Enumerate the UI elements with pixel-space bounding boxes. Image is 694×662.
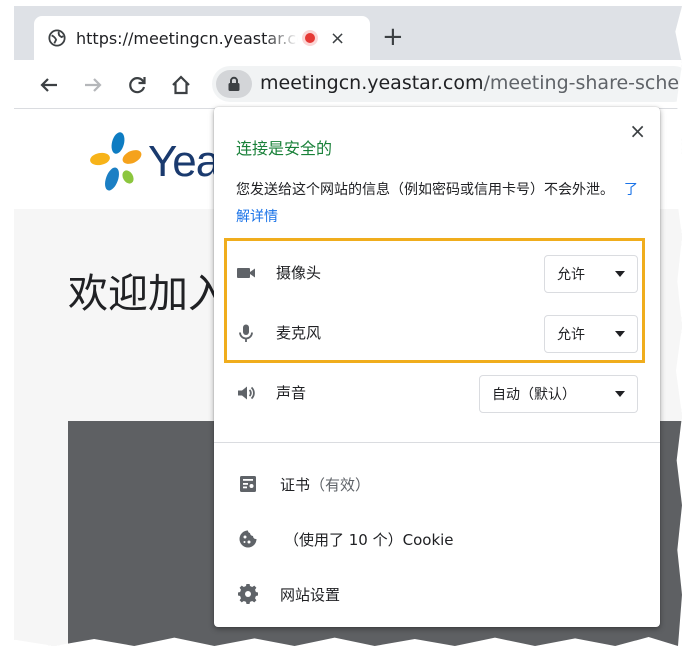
speaker-icon <box>238 386 255 400</box>
tab-title: https://meetingcn.yeastar.com/meeting-sh… <box>76 28 298 48</box>
back-arrow-icon[interactable] <box>38 74 60 96</box>
url-host: meetingcn.yeastar.com <box>260 72 484 94</box>
url-text[interactable]: meetingcn.yeastar.com/meeting-share-sche… <box>260 72 682 94</box>
lock-icon <box>228 76 240 91</box>
cookies-row[interactable]: （使用了 10 个）Cookie <box>214 516 660 562</box>
browser-tab[interactable]: https://meetingcn.yeastar.com/meeting-sh… <box>34 16 370 60</box>
tab-strip: https://meetingcn.yeastar.com/meeting-sh… <box>14 6 682 60</box>
chevron-down-icon <box>615 391 625 397</box>
forward-arrow-icon[interactable] <box>82 74 104 96</box>
globe-icon <box>48 29 66 47</box>
address-bar[interactable]: meetingcn.yeastar.com/meeting-share-sche… <box>212 66 682 102</box>
certificate-label: 证书（有效） <box>280 474 370 495</box>
recording-indicator-icon <box>302 30 318 46</box>
permission-label-microphone: 麦克风 <box>276 324 322 342</box>
sound-permission-value: 自动（默认） <box>492 387 576 403</box>
site-settings-label: 网站设置 <box>280 586 341 604</box>
site-settings-row[interactable]: 网站设置 <box>214 571 660 617</box>
logo-text: Yea <box>148 137 220 186</box>
permission-label-sound: 声音 <box>276 384 307 402</box>
connection-secure-title: 连接是安全的 <box>236 139 333 158</box>
popup-close-button[interactable]: × <box>629 119 646 143</box>
permission-label-camera: 摄像头 <box>276 264 322 282</box>
site-info-button[interactable] <box>216 70 252 98</box>
description-text: 您发送给这个网站的信息（例如密码或信用卡号）不会外泄。 <box>236 182 614 198</box>
yeastar-logo-icon <box>90 132 142 191</box>
camera-icon <box>237 268 255 278</box>
gear-icon <box>238 584 258 604</box>
certificate-status: （有效） <box>310 476 371 494</box>
new-tab-button[interactable]: + <box>382 22 404 52</box>
microphone-permission-select[interactable]: 允许 <box>544 315 638 353</box>
camera-permission-select[interactable]: 允许 <box>544 255 638 293</box>
permission-row-sound: 声音 自动（默认） <box>214 369 660 417</box>
chevron-down-icon <box>615 331 625 337</box>
certificate-title: 证书 <box>280 476 311 494</box>
reload-icon[interactable] <box>126 74 148 96</box>
tab-close-button[interactable]: × <box>330 28 345 49</box>
camera-permission-value: 允许 <box>557 267 585 283</box>
certificate-row[interactable]: 证书（有效） <box>214 461 660 507</box>
popup-divider <box>214 442 660 443</box>
cookie-icon <box>239 530 257 548</box>
browser-toolbar: meetingcn.yeastar.com/meeting-share-sche… <box>14 60 682 109</box>
microphone-icon <box>239 324 253 342</box>
welcome-heading: 欢迎加入 <box>68 272 228 316</box>
cookies-label: （使用了 10 个）Cookie <box>284 531 454 549</box>
microphone-permission-value: 允许 <box>557 327 585 343</box>
connection-description: 您发送给这个网站的信息（例如密码或信用卡号）不会外泄。 了解详情 <box>236 177 646 231</box>
chevron-down-icon <box>615 271 625 277</box>
site-info-popup: × 连接是安全的 您发送给这个网站的信息（例如密码或信用卡号）不会外泄。 了解详情… <box>214 107 660 627</box>
certificate-icon <box>240 476 256 492</box>
sound-permission-select[interactable]: 自动（默认） <box>479 375 638 413</box>
permission-row-microphone: 麦克风 允许 <box>214 309 660 357</box>
home-icon[interactable] <box>170 74 192 96</box>
permission-row-camera: 摄像头 允许 <box>214 249 660 297</box>
url-path: /meeting-share-schedu <box>483 72 682 94</box>
screenshot-frame: https://meetingcn.yeastar.com/meeting-sh… <box>14 6 682 646</box>
